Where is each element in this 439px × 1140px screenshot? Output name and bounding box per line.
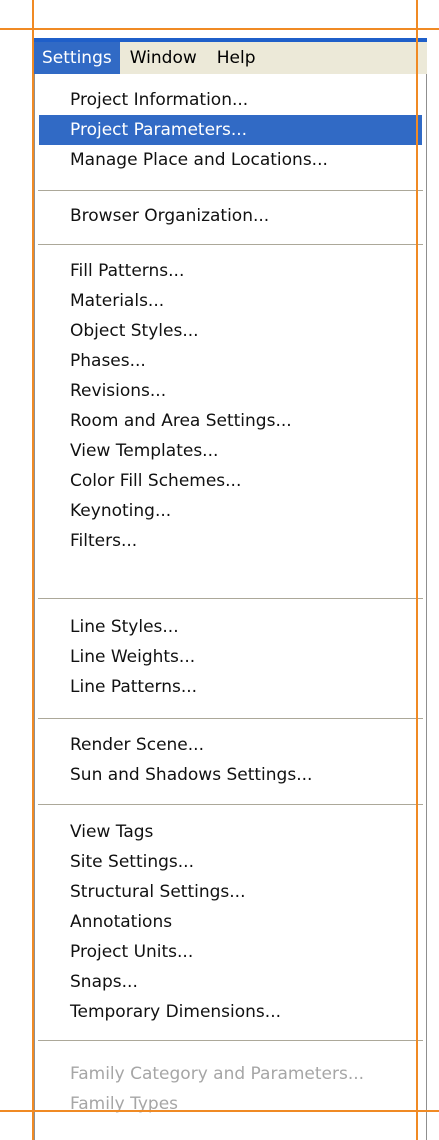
menu-item-fill-patterns[interactable]: Fill Patterns...: [39, 256, 422, 286]
menu-item-keynoting[interactable]: Keynoting...: [39, 496, 422, 526]
menu-separator: [38, 804, 423, 806]
menu-item-line-patterns[interactable]: Line Patterns...: [39, 672, 422, 702]
menu-item-project-units[interactable]: Project Units...: [39, 937, 422, 967]
menu-item-project-parameters[interactable]: Project Parameters...: [39, 115, 422, 145]
menu-item-annotations[interactable]: Annotations: [39, 907, 422, 937]
menu-separator: [38, 718, 423, 720]
menu-settings[interactable]: Settings: [34, 42, 120, 74]
menu-separator: [38, 244, 423, 246]
menu-item-view-templates[interactable]: View Templates...: [39, 436, 422, 466]
settings-dropdown: Project Information... Project Parameter…: [34, 74, 427, 1140]
menu-item-temporary-dimensions[interactable]: Temporary Dimensions...: [39, 997, 422, 1027]
menu-separator: [38, 1040, 423, 1042]
menu-item-manage-place-and-locations[interactable]: Manage Place and Locations...: [39, 145, 422, 175]
menu-item-structural-settings[interactable]: Structural Settings...: [39, 877, 422, 907]
menu-item-sun-and-shadows-settings[interactable]: Sun and Shadows Settings...: [39, 760, 422, 790]
menu-item-site-settings[interactable]: Site Settings...: [39, 847, 422, 877]
menu-separator: [38, 190, 423, 192]
menu-separator: [38, 598, 423, 600]
menu-item-view-tags[interactable]: View Tags: [39, 817, 422, 847]
crop-mark-left: [32, 0, 34, 1140]
menu-item-project-information[interactable]: Project Information...: [39, 85, 422, 115]
menubar: Settings Window Help: [34, 38, 427, 74]
crop-mark-bottom: [0, 1110, 439, 1112]
menu-item-family-types: Family Types: [70, 1094, 179, 1114]
menu-item-phases[interactable]: Phases...: [39, 346, 422, 376]
menu-item-object-styles[interactable]: Object Styles...: [39, 316, 422, 346]
crop-mark-right: [416, 0, 418, 1140]
menu-item-color-fill-schemes[interactable]: Color Fill Schemes...: [39, 466, 422, 496]
screenshot-page: Settings Window Help Project Information…: [0, 0, 439, 1140]
menu-item-line-weights[interactable]: Line Weights...: [39, 642, 422, 672]
menu-item-revisions[interactable]: Revisions...: [39, 376, 422, 406]
menu-window[interactable]: Window: [120, 42, 207, 74]
crop-mark-top: [0, 28, 439, 30]
menu-help[interactable]: Help: [207, 42, 266, 74]
menu-item-filters[interactable]: Filters...: [39, 526, 422, 556]
menu-item-browser-organization[interactable]: Browser Organization...: [39, 201, 422, 231]
menu-item-room-and-area-settings[interactable]: Room and Area Settings...: [39, 406, 422, 436]
menu-item-render-scene[interactable]: Render Scene...: [39, 730, 422, 760]
menu-item-snaps[interactable]: Snaps...: [39, 967, 422, 997]
menu-item-family-category-and-parameters: Family Category and Parameters...: [70, 1064, 365, 1084]
menu-item-materials[interactable]: Materials...: [39, 286, 422, 316]
menu-item-line-styles[interactable]: Line Styles...: [39, 612, 422, 642]
